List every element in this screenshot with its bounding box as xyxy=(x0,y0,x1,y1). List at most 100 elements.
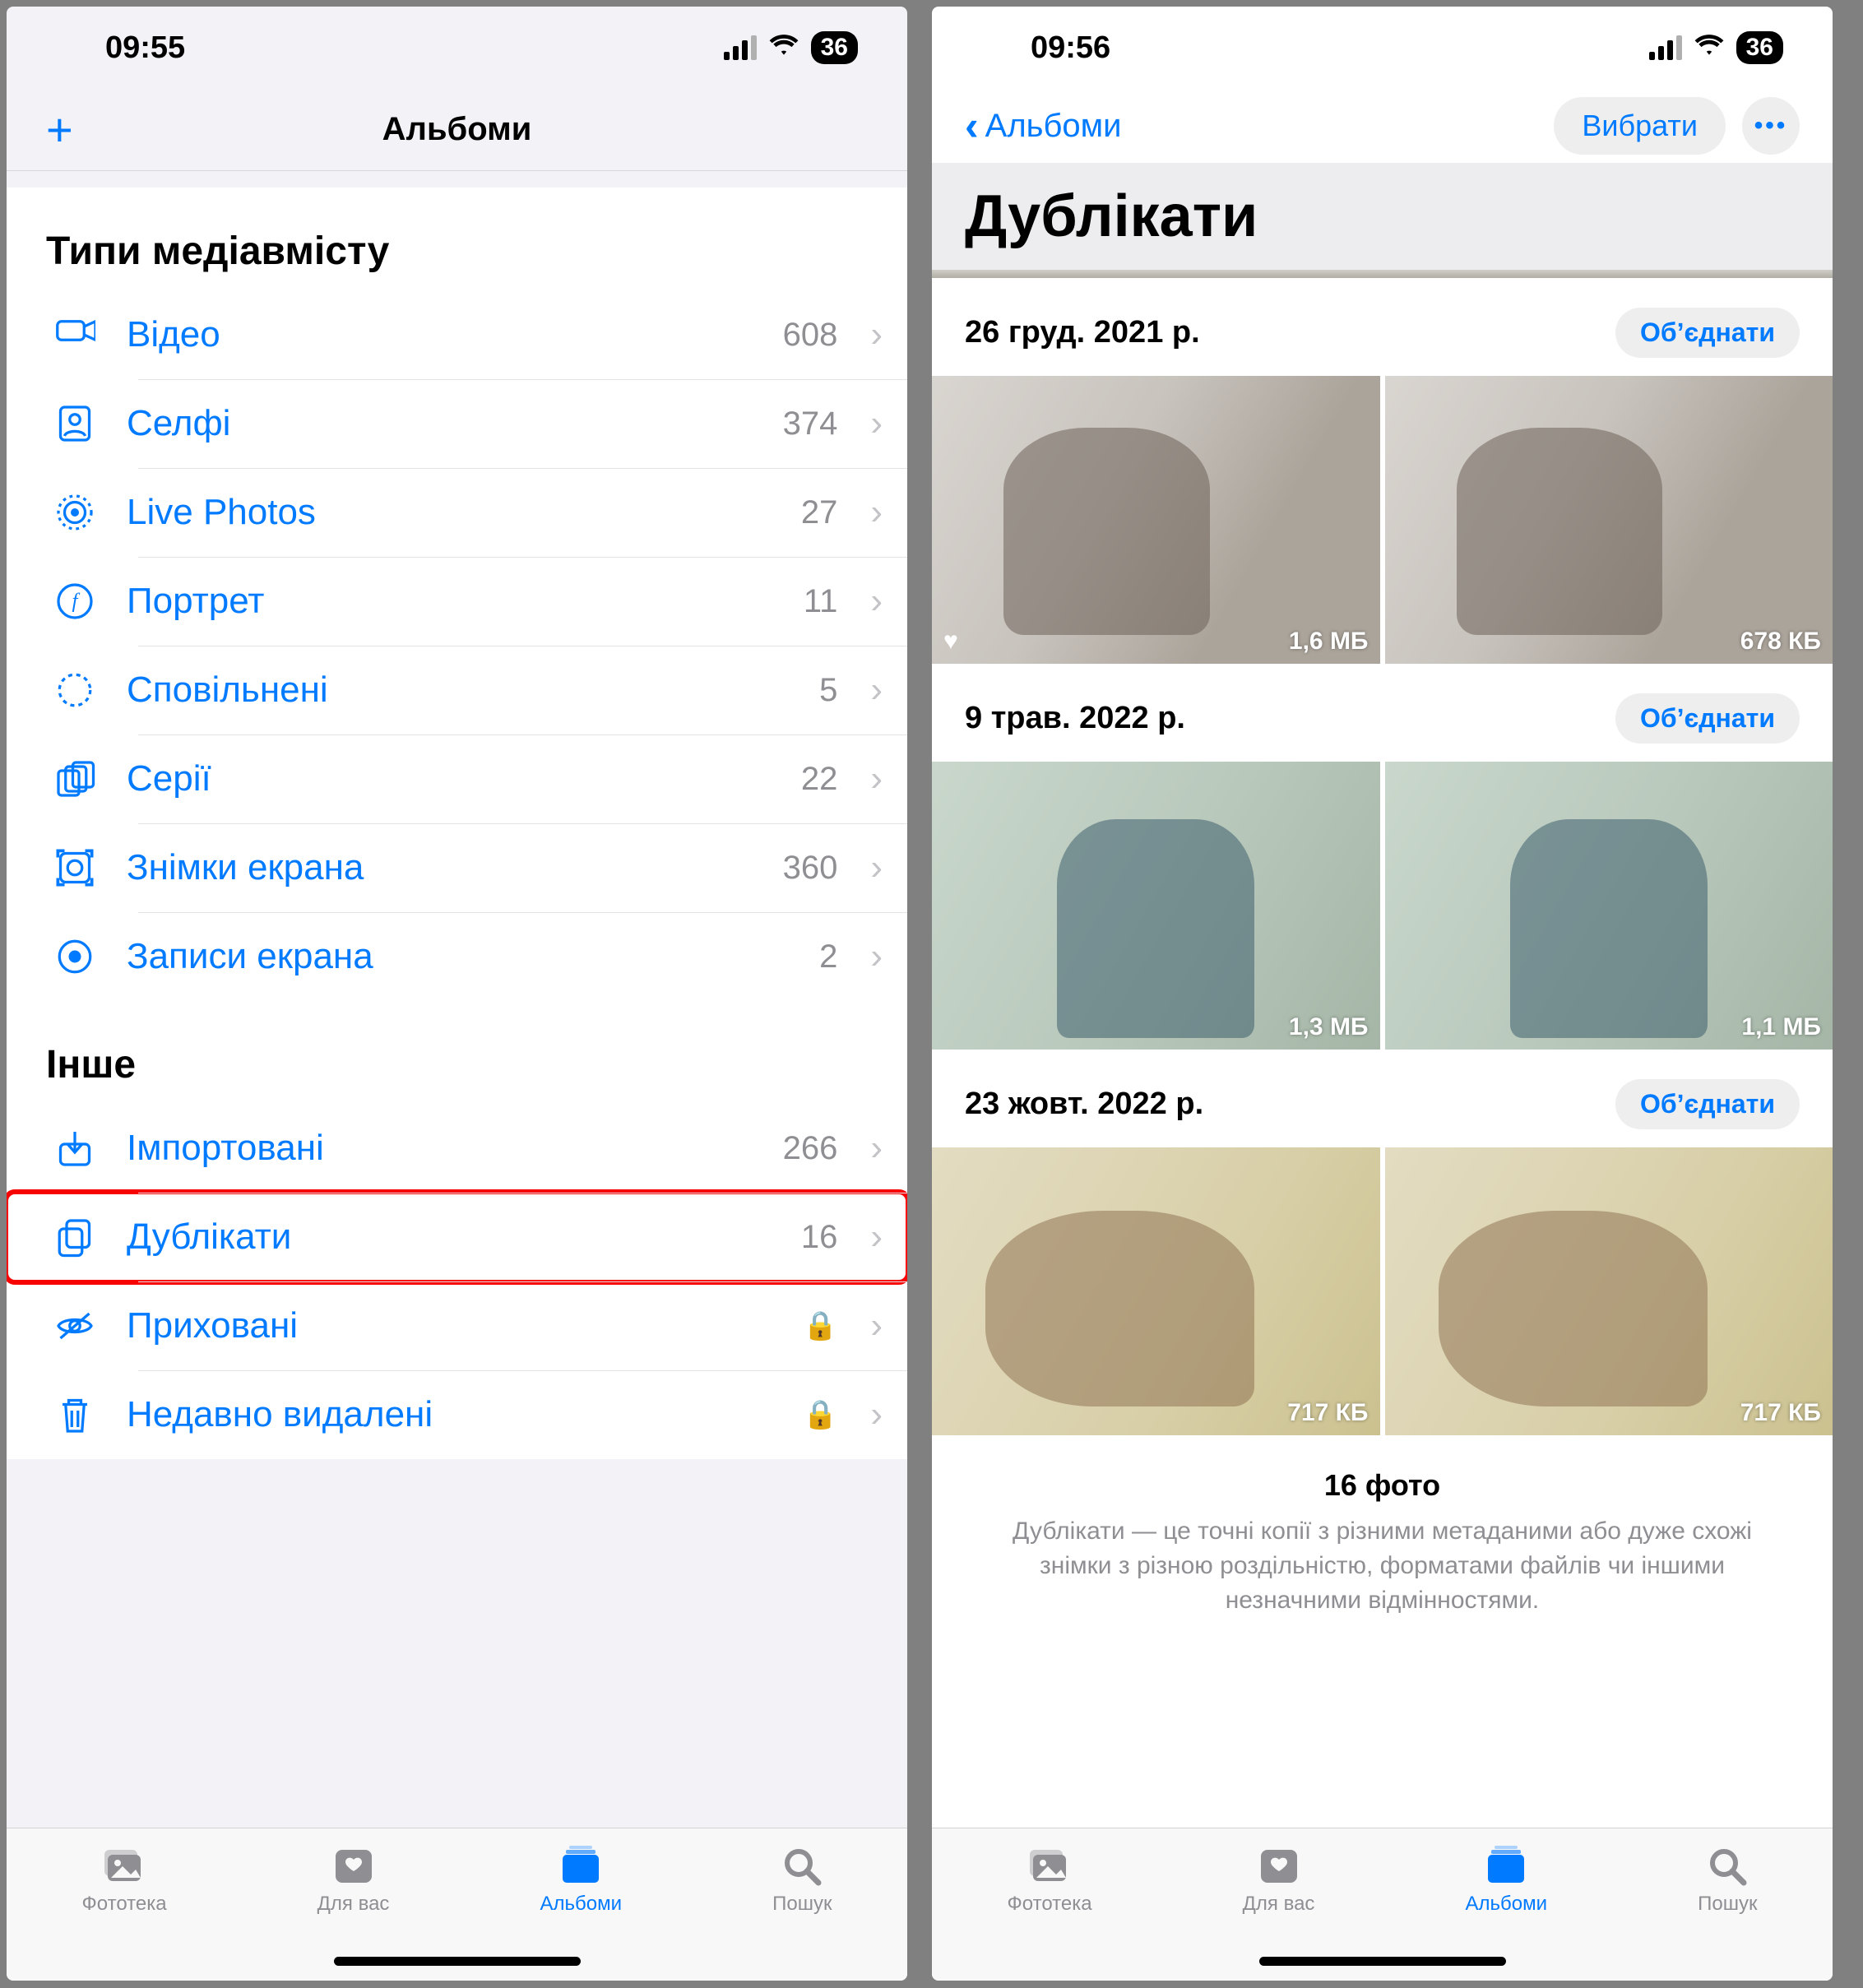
photo-thumbnail[interactable]: 678 КБ xyxy=(1385,376,1833,664)
row-label: Відео xyxy=(127,314,760,355)
chevron-right-icon: › xyxy=(870,670,883,711)
back-button[interactable]: ‹ Альбоми xyxy=(965,102,1122,150)
photo-thumbnail[interactable]: ♥1,6 МБ xyxy=(932,376,1380,664)
row-count: 608 xyxy=(783,317,838,354)
status-indicators: 36 xyxy=(1649,31,1783,64)
row-count: 27 xyxy=(801,494,838,531)
list-row[interactable]: Live Photos 27 › xyxy=(7,468,907,557)
status-time: 09:56 xyxy=(1031,30,1110,66)
nav-bar: ‹ Альбоми Вибрати ••• xyxy=(932,89,1833,163)
list-row[interactable]: Приховані🔒› xyxy=(7,1281,907,1370)
row-label: Недавно видалені xyxy=(127,1394,780,1435)
row-label: Імпортовані xyxy=(127,1128,760,1169)
page-title: Дублікати xyxy=(965,183,1800,250)
row-label: Live Photos xyxy=(127,492,778,533)
row-count: 16 xyxy=(801,1219,838,1256)
list-row[interactable]: Недавно видалені🔒› xyxy=(7,1370,907,1459)
tab-search[interactable]: Пошук xyxy=(1698,1843,1757,1916)
photo-thumbnail[interactable]: 717 КБ xyxy=(1385,1147,1833,1435)
nav-bar: + Альбоми xyxy=(7,89,907,171)
list-row[interactable]: Селфі374› xyxy=(7,379,907,468)
list-row[interactable]: Сповільнені5› xyxy=(7,646,907,734)
import-icon xyxy=(46,1125,104,1171)
large-title-row: Дублікати xyxy=(932,163,1833,270)
plus-icon: + xyxy=(46,107,73,153)
merge-button[interactable]: Обʼєднати xyxy=(1615,693,1800,744)
row-count: 22 xyxy=(801,761,838,798)
tab-label: Альбоми xyxy=(540,1893,623,1916)
row-count: 11 xyxy=(804,583,838,620)
portrait-icon xyxy=(46,578,104,624)
footer-description: Дублікати — це точні копії з різними мет… xyxy=(981,1514,1783,1618)
add-button[interactable]: + xyxy=(46,107,73,153)
select-button[interactable]: Вибрати xyxy=(1554,97,1726,155)
list-row[interactable]: Знімки екрана360› xyxy=(7,823,907,912)
status-indicators: 36 xyxy=(724,31,858,64)
chevron-left-icon: ‹ xyxy=(965,102,979,150)
file-size-label: 717 КБ xyxy=(1287,1399,1368,1427)
list-row[interactable]: Серії22› xyxy=(7,734,907,823)
status-bar: 09:56 36 xyxy=(932,7,1833,89)
other-list: Імпортовані266›Дублікати16›Приховані🔒›Не… xyxy=(7,1104,907,1459)
tab-library[interactable]: Фототека xyxy=(1008,1843,1092,1916)
chevron-right-icon: › xyxy=(870,847,883,888)
livephotos-icon xyxy=(46,489,104,535)
tab-bar: Фототека Для вас Альбоми Пошук xyxy=(932,1828,1833,1981)
file-size-label: 1,1 МБ xyxy=(1741,1013,1821,1041)
left-screen: 09:55 36 + Альбоми Типи медіавмісту Віде… xyxy=(7,7,907,1981)
tab-bar: Фототека Для вас Альбоми Пошук xyxy=(7,1828,907,1981)
row-count: 5 xyxy=(819,672,837,709)
home-indicator xyxy=(334,1957,581,1966)
back-label: Альбоми xyxy=(985,108,1122,145)
group-date: 23 жовт. 2022 р. xyxy=(965,1087,1203,1122)
group-date: 9 трав. 2022 р. xyxy=(965,701,1185,736)
slowmo-icon xyxy=(46,667,104,713)
chevron-right-icon: › xyxy=(870,403,883,444)
row-count: 2 xyxy=(819,938,837,975)
burst-icon xyxy=(46,756,104,802)
status-bar: 09:55 36 xyxy=(7,7,907,89)
merge-button[interactable]: Обʼєднати xyxy=(1615,308,1800,358)
tab-albums[interactable]: Альбоми xyxy=(540,1843,623,1916)
row-label: Записи екрана xyxy=(127,936,796,977)
lock-icon: 🔒 xyxy=(803,1309,837,1342)
video-icon xyxy=(46,312,104,358)
screenrec-icon xyxy=(46,934,104,980)
chevron-right-icon: › xyxy=(870,492,883,533)
tab-search[interactable]: Пошук xyxy=(772,1843,832,1916)
chevron-right-icon: › xyxy=(870,581,883,622)
battery-indicator: 36 xyxy=(1736,31,1783,64)
photo-thumbnail[interactable]: 1,3 МБ xyxy=(932,762,1380,1050)
tab-albums[interactable]: Альбоми xyxy=(1466,1843,1548,1916)
wifi-icon xyxy=(768,32,799,64)
list-row[interactable]: Записи екрана2› xyxy=(7,912,907,1001)
row-label: Знімки екрана xyxy=(127,847,760,888)
row-label: Портрет xyxy=(127,581,781,622)
list-row[interactable]: Портрет 11 › xyxy=(7,557,907,646)
merge-button[interactable]: Обʼєднати xyxy=(1615,1079,1800,1129)
footer-info: 16 фотоДублікати — це точні копії з різн… xyxy=(932,1435,1833,1643)
row-count: 374 xyxy=(783,405,838,443)
chevron-right-icon: › xyxy=(870,314,883,355)
tab-label: Пошук xyxy=(1698,1893,1757,1916)
nav-actions: Вибрати ••• xyxy=(1554,97,1800,155)
duplicates-content: 26 груд. 2021 р.Обʼєднати♥1,6 МБ678 КБ9 … xyxy=(932,278,1833,1828)
list-row[interactable]: Дублікати16› xyxy=(7,1193,907,1281)
more-button[interactable]: ••• xyxy=(1742,97,1800,155)
file-size-label: 717 КБ xyxy=(1740,1399,1821,1427)
row-label: Дублікати xyxy=(127,1216,778,1258)
photo-thumbnail[interactable]: 717 КБ xyxy=(932,1147,1380,1435)
photo-thumbnail[interactable]: 1,1 МБ xyxy=(1385,762,1833,1050)
list-row[interactable]: Відео 608 › xyxy=(7,290,907,379)
tab-label: Для вас xyxy=(317,1893,390,1916)
tab-foryou[interactable]: Для вас xyxy=(317,1843,390,1916)
tab-foryou[interactable]: Для вас xyxy=(1243,1843,1315,1916)
chevron-right-icon: › xyxy=(870,1128,883,1169)
selfie-icon xyxy=(46,401,104,447)
home-indicator xyxy=(1259,1957,1506,1966)
media-types-list: Відео608›Селфі374›Live Photos27›Портрет1… xyxy=(7,290,907,1001)
battery-indicator: 36 xyxy=(811,31,858,64)
list-row[interactable]: Імпортовані266› xyxy=(7,1104,907,1193)
file-size-label: 678 КБ xyxy=(1740,628,1821,656)
tab-library[interactable]: Фототека xyxy=(82,1843,167,1916)
